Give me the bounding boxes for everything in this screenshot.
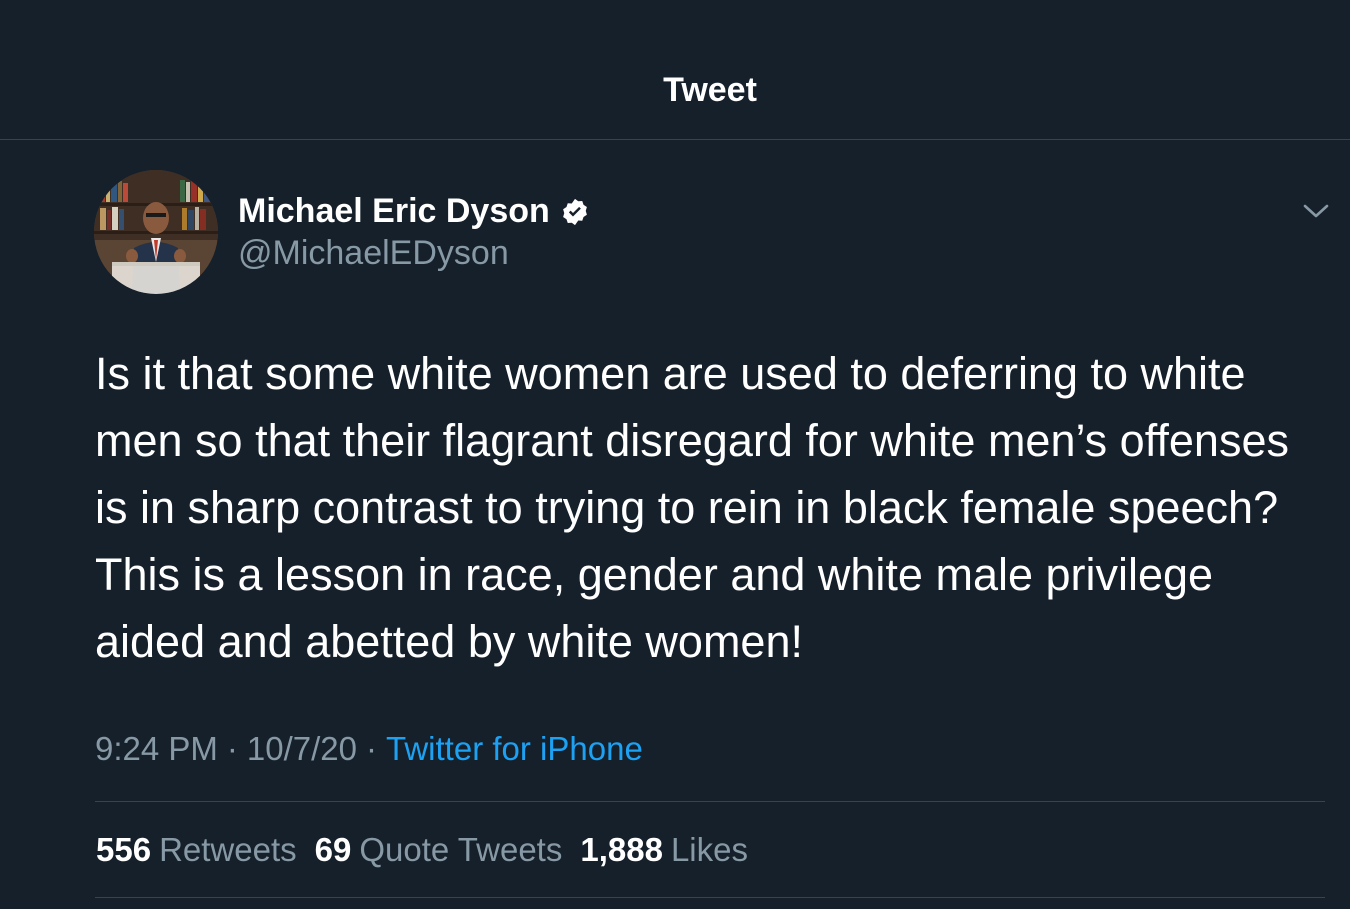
stat-label: Retweets (159, 831, 297, 868)
stat-count: 556 (96, 831, 152, 868)
stat-label: Likes (670, 831, 748, 868)
divider (95, 897, 1325, 898)
page-title: Tweet (663, 71, 757, 109)
divider (95, 801, 1325, 802)
tweet-stats: 556 Retweets 69 Quote Tweets 1,888 Likes (96, 830, 766, 870)
tweet-screen: Tweet Michael Eric Dyson @MichaelEDyson … (0, 0, 1350, 909)
tweet-date[interactable]: 10/7/20 (247, 730, 357, 767)
tweet-source-link[interactable]: Twitter for iPhone (386, 730, 643, 767)
meta-separator: · (226, 730, 238, 767)
stat-count: 1,888 (580, 831, 663, 868)
author-name[interactable]: Michael Eric Dyson (238, 191, 550, 231)
stat-retweets[interactable]: 556 Retweets (96, 830, 297, 870)
avatar-photo (94, 170, 218, 294)
tweet-text: Is it that some white women are used to … (95, 348, 1289, 667)
stat-count: 69 (314, 831, 352, 868)
tweet-meta: 9:24 PM · 10/7/20 · Twitter for iPhone (95, 729, 643, 769)
top-bar: Tweet (0, 0, 1350, 140)
verified-badge-icon (560, 196, 590, 226)
avatar[interactable] (94, 170, 218, 294)
author-name-row[interactable]: Michael Eric Dyson (238, 191, 590, 231)
meta-separator: · (366, 730, 378, 767)
stat-quote-tweets[interactable]: 69 Quote Tweets (315, 830, 563, 870)
stat-label: Quote Tweets (359, 831, 563, 868)
tweet-time[interactable]: 9:24 PM (95, 730, 218, 767)
chevron-down-icon[interactable] (1302, 198, 1330, 222)
stat-likes[interactable]: 1,888 Likes (580, 830, 748, 870)
author-handle[interactable]: @MichaelEDyson (238, 233, 509, 273)
